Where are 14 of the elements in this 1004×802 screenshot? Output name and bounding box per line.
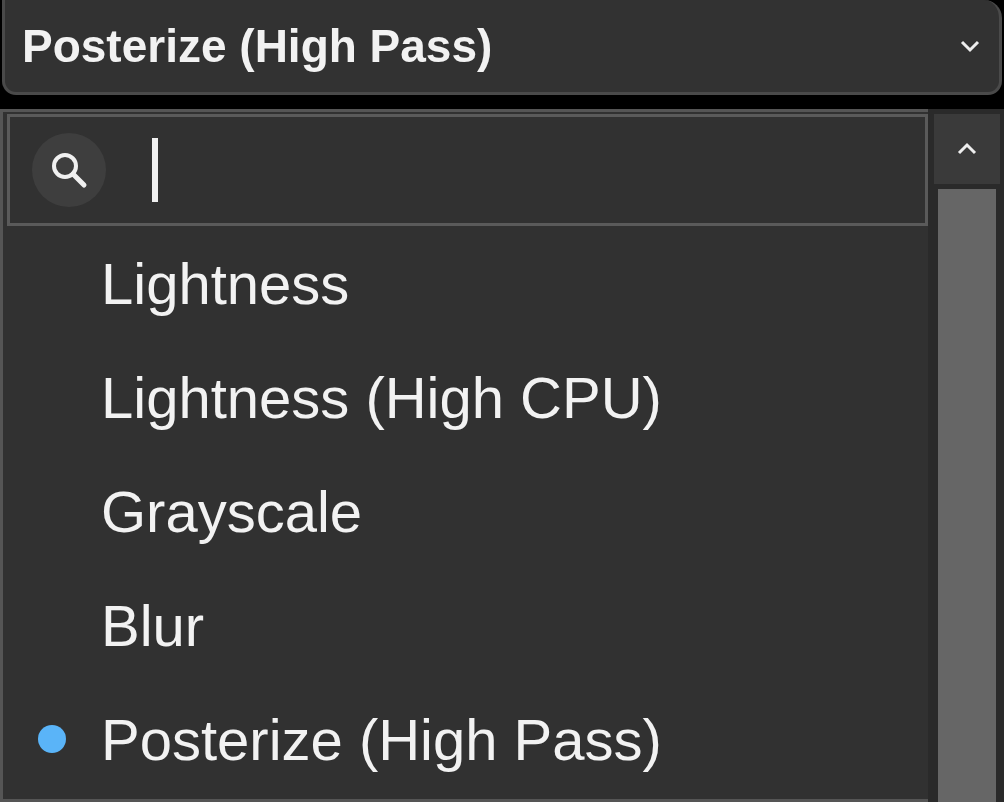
- chevron-up-icon: [956, 142, 978, 156]
- chevron-down-icon: [959, 39, 981, 53]
- list-item[interactable]: Blur: [3, 568, 928, 682]
- list-item[interactable]: Lightness (High CPU): [3, 340, 928, 454]
- search-field[interactable]: [7, 114, 928, 226]
- scrollbar[interactable]: [928, 109, 1004, 802]
- scroll-thumb[interactable]: [938, 189, 996, 802]
- list-item[interactable]: Posterize (High Pass): [3, 682, 928, 796]
- list-item[interactable]: Grayscale: [3, 454, 928, 568]
- filter-dropdown[interactable]: Posterize (High Pass): [2, 0, 1002, 95]
- search-icon: [49, 150, 89, 190]
- scroll-up-button[interactable]: [934, 114, 1000, 184]
- list-item[interactable]: Lightness: [3, 226, 928, 340]
- dropdown-value: Posterize (High Pass): [22, 18, 493, 74]
